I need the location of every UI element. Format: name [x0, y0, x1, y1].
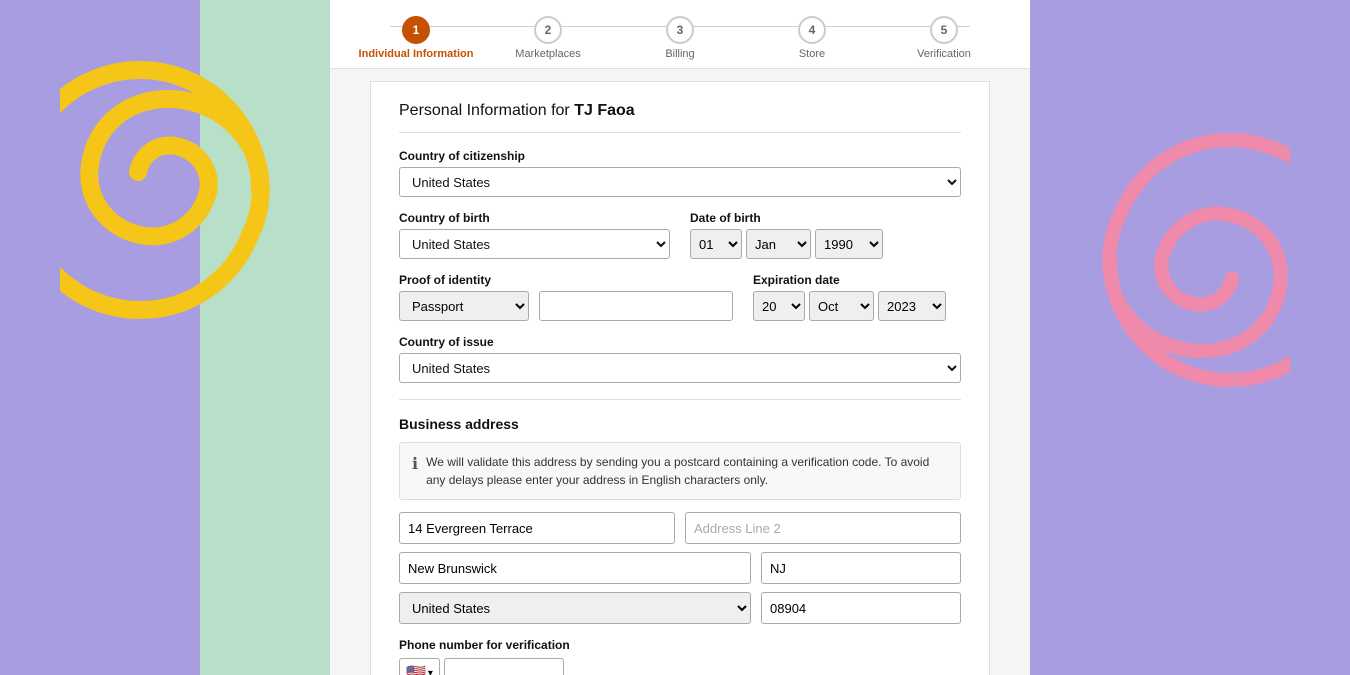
proof-of-identity-group: Proof of identity Passport: [399, 273, 733, 321]
main-container: 1 Individual Information 2 Marketplaces …: [330, 0, 1030, 675]
step-5-circle: 5: [930, 16, 958, 44]
address-info-box: ℹ We will validate this address by sendi…: [399, 442, 961, 500]
step-4-circle: 4: [798, 16, 826, 44]
country-of-birth-group: Country of birth United States: [399, 211, 670, 259]
info-icon: ℹ: [412, 454, 418, 474]
citizenship-select[interactable]: United States: [399, 167, 961, 197]
phone-label: Phone number for verification: [399, 638, 961, 652]
country-zip-row: United States: [399, 592, 961, 624]
city-input[interactable]: [399, 552, 751, 584]
country-of-issue-select[interactable]: United States: [399, 353, 961, 383]
phone-section: Phone number for verification 🇺🇸 ▾ Examp…: [399, 638, 961, 675]
step-1-circle: 1: [402, 16, 430, 44]
step-2-label: Marketplaces: [515, 48, 580, 60]
proof-type-select[interactable]: Passport: [399, 291, 529, 321]
country-of-birth-label: Country of birth: [399, 211, 670, 225]
expiration-label: Expiration date: [753, 273, 961, 287]
citizenship-row: Country of citizenship United States: [399, 149, 961, 197]
section-divider: [399, 399, 961, 400]
business-address-title: Business address: [399, 416, 961, 432]
expiration-inputs: 20 Oct 2023: [753, 291, 961, 321]
form-title: Personal Information for TJ Faoa: [399, 102, 961, 133]
city-state-row: [399, 552, 961, 584]
step-store[interactable]: 4 Store: [746, 16, 878, 60]
exp-year-select[interactable]: 2023: [878, 291, 946, 321]
citizenship-label: Country of citizenship: [399, 149, 961, 163]
address-line-row: [399, 512, 961, 544]
address-line1-input[interactable]: [399, 512, 675, 544]
step-1-label: Individual Information: [359, 48, 474, 60]
phone-number-input[interactable]: [444, 658, 564, 675]
step-billing[interactable]: 3 Billing: [614, 16, 746, 60]
proof-number-input[interactable]: [539, 291, 733, 321]
exp-day-select[interactable]: 20: [753, 291, 805, 321]
step-4-label: Store: [799, 48, 825, 60]
date-of-birth-label: Date of birth: [690, 211, 961, 225]
step-individual-information[interactable]: 1 Individual Information: [350, 16, 482, 60]
flag-emoji: 🇺🇸: [406, 663, 426, 675]
country-of-issue-label: Country of issue: [399, 335, 961, 349]
stepper: 1 Individual Information 2 Marketplaces …: [330, 0, 1030, 69]
personal-info-form: Personal Information for TJ Faoa Country…: [370, 81, 990, 675]
chevron-down-icon: ▾: [428, 668, 433, 675]
step-verification[interactable]: 5 Verification: [878, 16, 1010, 60]
step-3-label: Billing: [665, 48, 694, 60]
date-of-birth-group: Date of birth 01 Jan 1990: [690, 211, 961, 259]
country-of-issue-group: Country of issue United States: [399, 335, 961, 383]
exp-month-select[interactable]: Oct: [809, 291, 874, 321]
state-input[interactable]: [761, 552, 961, 584]
yellow-spiral-icon: [60, 50, 310, 330]
pink-spiral-icon: [1070, 130, 1290, 390]
dob-inputs: 01 Jan 1990: [690, 229, 961, 259]
birth-row: Country of birth United States Date of b…: [399, 211, 961, 259]
dob-year-select[interactable]: 1990: [815, 229, 883, 259]
phone-flag-button[interactable]: 🇺🇸 ▾: [399, 658, 440, 675]
user-name: TJ Faoa: [574, 102, 634, 119]
address-line2-input[interactable]: [685, 512, 961, 544]
expiration-date-group: Expiration date 20 Oct 2023: [753, 273, 961, 321]
step-5-label: Verification: [917, 48, 971, 60]
proof-label: Proof of identity: [399, 273, 733, 287]
citizenship-group: Country of citizenship United States: [399, 149, 961, 197]
country-of-issue-row: Country of issue United States: [399, 335, 961, 383]
address-info-text: We will validate this address by sending…: [426, 453, 948, 489]
country-of-birth-select[interactable]: United States: [399, 229, 670, 259]
proof-inputs: Passport: [399, 291, 733, 321]
dob-day-select[interactable]: 01: [690, 229, 742, 259]
step-3-circle: 3: [666, 16, 694, 44]
address-country-select[interactable]: United States: [399, 592, 751, 624]
dob-month-select[interactable]: Jan: [746, 229, 811, 259]
proof-row: Proof of identity Passport Expiration da…: [399, 273, 961, 321]
zip-input[interactable]: [761, 592, 961, 624]
phone-row: 🇺🇸 ▾: [399, 658, 961, 675]
step-marketplaces[interactable]: 2 Marketplaces: [482, 16, 614, 60]
step-2-circle: 2: [534, 16, 562, 44]
